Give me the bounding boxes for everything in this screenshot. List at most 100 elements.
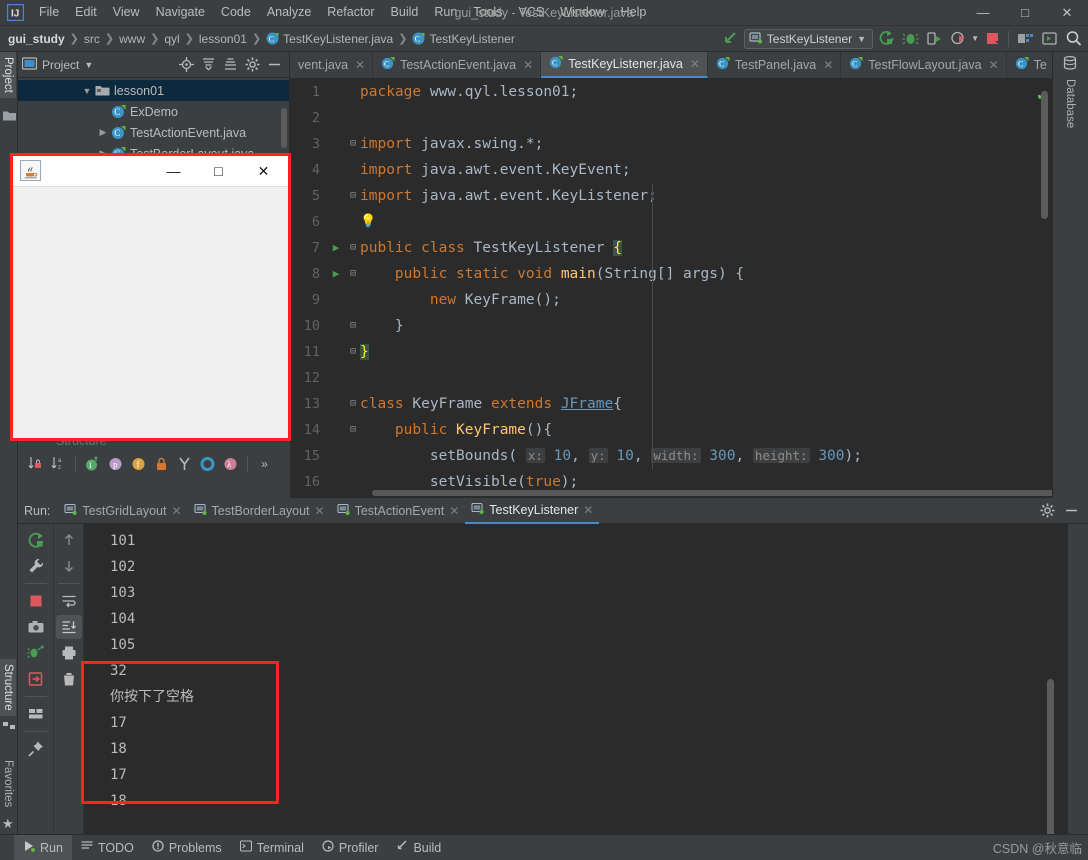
editor-tab-testactionevent[interactable]: C TestActionEvent.java ✕ [373,52,542,78]
run-tab-testactionevent[interactable]: TestActionEvent ✕ [331,498,466,524]
chevron-right-icon[interactable]: ▶ [96,127,110,138]
collapse-all-icon[interactable] [219,54,241,76]
project-tree[interactable]: ▼ lesson01 C ExDemo ▶ C TestActionEvent.… [18,78,289,164]
menu-refactor[interactable]: Refactor [319,2,382,23]
back-arrow-icon[interactable] [720,28,742,50]
close-icon[interactable]: ✕ [355,58,365,72]
status-item-problems[interactable]: Problems [143,835,231,860]
sort-by-visibility-icon[interactable] [26,454,45,473]
fold-marker[interactable]: ⊟ [346,183,360,209]
run-tab-testborderlayout[interactable]: TestBorderLayout ✕ [188,498,331,524]
show-anonymous-icon[interactable] [175,454,194,473]
run-tab-testkeylistener[interactable]: TestKeyListener ✕ [465,498,600,524]
screenshot-icon[interactable] [23,615,49,639]
menu-analyze[interactable]: Analyze [259,2,319,23]
layout-icon[interactable] [23,702,49,726]
console-scrollbar[interactable] [1047,679,1054,834]
editor-tab-testflowlayout[interactable]: C TestFlowLayout.java ✕ [841,52,1007,78]
print-icon[interactable] [56,641,82,665]
chevron-down-icon[interactable]: ▼ [971,34,979,43]
breadcrumb-item-src[interactable]: src [84,32,100,46]
run-tab-testgridlayout[interactable]: TestGridLayout ✕ [58,498,187,524]
breadcrumb-item-file[interactable]: TestKeyListener.java [283,32,393,46]
maximize-button[interactable]: □ [1004,0,1046,26]
tree-item-exdemo[interactable]: C ExDemo [18,101,289,122]
fold-marker[interactable]: ⊟ [346,261,360,287]
clear-all-icon[interactable] [56,667,82,691]
run-icon[interactable] [875,28,897,50]
settings-icon[interactable] [1036,500,1058,522]
editor-tab-partial-left[interactable]: vent.java ✕ [290,52,374,78]
menu-edit[interactable]: Edit [67,2,105,23]
status-item-terminal[interactable]: Terminal [231,835,313,860]
exit-icon[interactable] [23,667,49,691]
menu-build[interactable]: Build [383,2,427,23]
breadcrumb-item-lesson01[interactable]: lesson01 [199,32,247,46]
java-window-content[interactable] [13,187,288,437]
menu-bar[interactable]: File Edit View Navigate Code Analyze Ref… [31,2,654,23]
stop-icon[interactable] [23,589,49,613]
run-configuration-selector[interactable]: TestKeyListener ▼ [743,28,874,49]
code-editor[interactable]: 1 package www.qyl.lesson01; 2 3 ⊟ import… [290,79,1052,498]
editor-horizontal-scrollbar[interactable] [372,490,1052,496]
show-interfaces-icon[interactable] [198,454,217,473]
show-fields-icon[interactable]: f [129,454,148,473]
sort-alphabetically-icon[interactable]: az [49,454,68,473]
java-close-button[interactable]: ✕ [241,157,286,185]
menu-navigate[interactable]: Navigate [148,2,213,23]
menu-view[interactable]: View [105,2,148,23]
sidebar-item-database[interactable]: Database [1062,74,1078,133]
java-minimize-button[interactable]: — [151,157,196,185]
editor-tab-testpanel[interactable]: C TestPanel.java ✕ [708,52,842,78]
close-icon[interactable]: ✕ [171,504,181,518]
menu-tools[interactable]: Tools [465,2,510,23]
tree-item-testactionevent[interactable]: ▶ C TestActionEvent.java [18,122,289,143]
show-properties-icon[interactable]: p [106,454,125,473]
breadcrumb-item-www[interactable]: www [119,32,145,46]
more-icon[interactable]: » [255,454,274,473]
show-non-public-icon[interactable] [152,454,171,473]
java-maximize-button[interactable]: □ [196,157,241,185]
soft-wrap-icon[interactable] [56,589,82,613]
select-opened-file-icon[interactable] [1038,28,1060,50]
sidebar-item-favorites[interactable]: Favorites [0,755,16,812]
expand-all-icon[interactable] [197,54,219,76]
sidebar-item-project[interactable]: Project [0,52,16,98]
close-icon[interactable]: ✕ [449,504,459,518]
close-icon[interactable]: ✕ [583,503,593,517]
minimize-button[interactable]: — [962,0,1004,26]
run-gutter-icon[interactable]: ▶ [326,235,346,261]
editor-scrollbar[interactable] [1041,91,1048,219]
fold-marker[interactable]: ⊟ [346,313,360,339]
editor-tab-partial-right[interactable]: C Te ⌄ [1007,52,1052,78]
breadcrumb-item-qyl[interactable]: qyl [164,32,179,46]
status-item-profiler[interactable]: Profiler [313,835,388,860]
status-item-run[interactable]: Run [14,834,72,860]
console-output[interactable]: 101 102 103 104 105 32 你按下了空格 17 18 17 1… [84,524,1068,834]
chevron-down-icon[interactable]: ▼ [80,86,94,96]
sidebar-item-structure[interactable]: Structure [0,659,16,716]
debug-icon[interactable] [899,28,921,50]
wrench-icon[interactable] [23,554,49,578]
menu-code[interactable]: Code [213,2,259,23]
fold-marker[interactable]: ⊟ [346,131,360,157]
project-tree-scrollbar[interactable] [281,108,287,148]
menu-run[interactable]: Run [426,2,465,23]
close-icon[interactable]: ✕ [823,58,833,72]
fold-marker[interactable]: ⊟ [346,339,360,365]
close-button[interactable]: ✕ [1046,0,1088,26]
hide-panel-icon[interactable] [263,54,285,76]
menu-vcs[interactable]: VCS [510,2,552,23]
scroll-to-end-icon[interactable] [55,615,82,639]
breadcrumb-item-class[interactable]: TestKeyListener [429,32,514,46]
close-icon[interactable]: ✕ [989,58,999,72]
code-content[interactable]: 1 package www.qyl.lesson01; 2 3 ⊟ import… [290,79,1052,495]
chevron-down-icon[interactable]: ▼ [857,34,866,44]
fold-marker[interactable]: ⊟ [346,417,360,443]
close-icon[interactable]: ✕ [523,58,533,72]
hide-panel-icon[interactable] [1060,500,1082,522]
show-inherited-icon[interactable]: I [83,454,102,473]
java-swing-window[interactable]: — □ ✕ [10,153,291,441]
profile-icon[interactable] [947,28,969,50]
menu-help[interactable]: Help [613,2,655,23]
